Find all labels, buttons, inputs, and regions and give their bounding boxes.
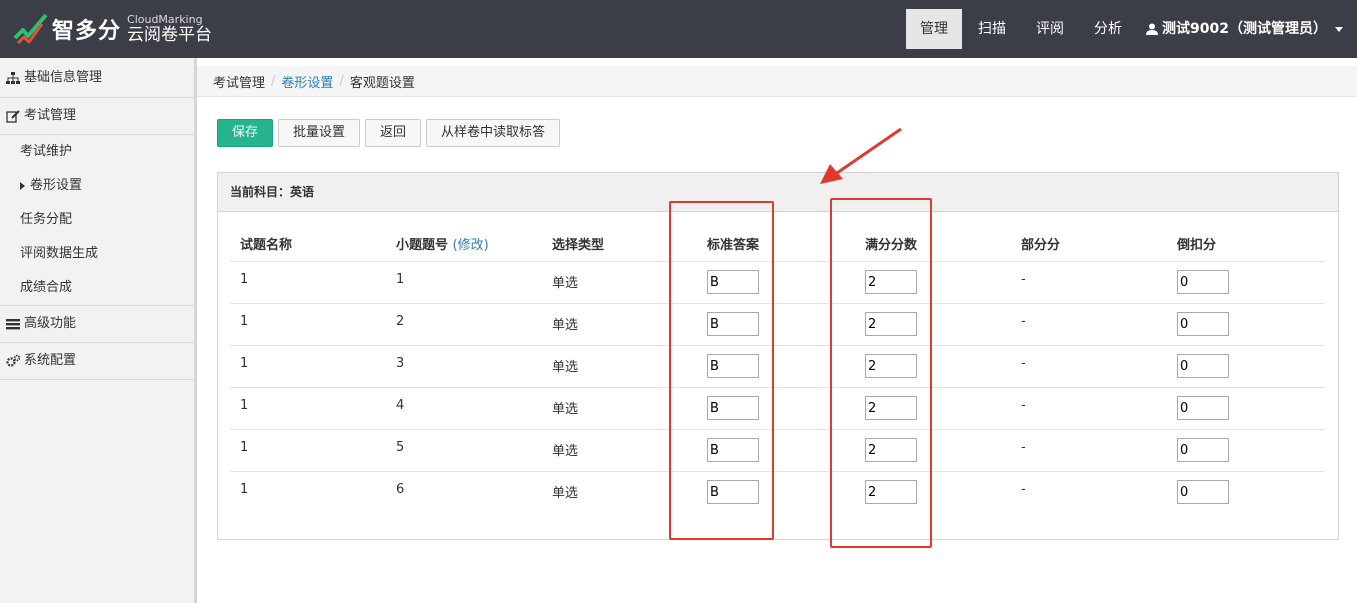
brand-logo[interactable]: 智多分 CloudMarking 云阅卷平台 xyxy=(12,10,212,48)
breadcrumb-paper-setting[interactable]: 卷形设置 xyxy=(281,72,333,91)
objective-question-panel: 当前科目：英语 试题名称 小题题号 (修改) 选择类型 标准答案 满分分数 部分… xyxy=(217,172,1339,540)
cell-deduct xyxy=(1167,387,1325,430)
cell-partial: - xyxy=(1011,303,1167,346)
cell-partial: - xyxy=(1011,387,1167,430)
breadcrumb-separator: / xyxy=(339,73,344,89)
cell-name: 1 xyxy=(230,429,386,472)
cell-name: 1 xyxy=(230,345,386,388)
user-icon xyxy=(1146,23,1159,35)
table-row: 1 5 单选 - xyxy=(230,429,1325,472)
brand-subtitle-en: CloudMarking xyxy=(127,13,203,26)
cell-deduct xyxy=(1167,261,1325,304)
col-header-partial: 部分分 xyxy=(1011,225,1167,262)
breadcrumb-separator: / xyxy=(271,73,276,89)
deduct-input[interactable] xyxy=(1177,270,1229,294)
cell-partial: - xyxy=(1011,261,1167,304)
nav-manage[interactable]: 管理 xyxy=(906,9,963,49)
read-answers-from-sample-button[interactable]: 从样卷中读取标答 xyxy=(426,119,561,147)
table-row: 1 2 单选 - xyxy=(230,303,1325,346)
table-header-row: 试题名称 小题题号 (修改) 选择类型 标准答案 满分分数 部分分 倒扣分 xyxy=(230,225,1325,262)
sidebar-item-advanced[interactable]: 高级功能 xyxy=(0,306,194,343)
brand-subtitle: CloudMarking 云阅卷平台 xyxy=(127,14,212,44)
table-row: 1 3 单选 - xyxy=(230,345,1325,388)
save-button[interactable]: 保存 xyxy=(217,119,274,147)
cell-number: 1 xyxy=(386,261,542,304)
sidebar-item-exam-management[interactable]: 考试管理 xyxy=(0,98,194,135)
nav-analysis[interactable]: 分析 xyxy=(1080,9,1136,49)
deduct-input[interactable] xyxy=(1177,396,1229,420)
toolbar: 保存 批量设置 返回 从样卷中读取标答 xyxy=(217,119,565,147)
col-header-name: 试题名称 xyxy=(230,225,386,262)
top-navbar: 智多分 CloudMarking 云阅卷平台 管理 扫描 评阅 分析 测试900… xyxy=(0,0,1357,58)
deduct-input[interactable] xyxy=(1177,312,1229,336)
edit-numbers-link[interactable]: (修改) xyxy=(453,238,489,253)
sidebar-item-label: 考试管理 xyxy=(24,108,77,123)
cell-name: 1 xyxy=(230,261,386,304)
table-row: 1 1 单选 - xyxy=(230,261,1325,304)
nav-review[interactable]: 评阅 xyxy=(1022,9,1078,49)
exam-submenu: 考试维护 卷形设置 任务分配 评阅数据生成 成绩合成 xyxy=(0,135,194,306)
sidebar-item-label: 系统配置 xyxy=(24,353,77,368)
deduct-input[interactable] xyxy=(1177,480,1229,504)
cell-number: 4 xyxy=(386,387,542,430)
col-header-number: 小题题号 (修改) xyxy=(386,225,542,262)
answer-column-highlight xyxy=(669,201,774,540)
sidebar: 基础信息管理 考试管理 考试维护 卷形设置 任务分配 评阅数据生成 成绩合成 高… xyxy=(0,58,197,603)
list-icon xyxy=(6,319,20,330)
col-header-number-label: 小题题号 xyxy=(396,237,449,253)
cell-name: 1 xyxy=(230,303,386,346)
sidebar-item-basic-info[interactable]: 基础信息管理 xyxy=(0,58,194,98)
cell-deduct xyxy=(1167,429,1325,472)
main-nav: 管理 扫描 评阅 分析 测试9002（测试管理员） xyxy=(904,0,1357,58)
sidebar-item-system[interactable]: 系统配置 xyxy=(0,343,194,380)
sidebar-item-label: 高级功能 xyxy=(24,316,77,331)
user-name: 测试9002（测试管理员） xyxy=(1162,21,1327,37)
sidebar-item-label: 基础信息管理 xyxy=(24,70,103,85)
cell-number: 6 xyxy=(396,482,405,497)
main-content: 考试管理 / 卷形设置 / 客观题设置 保存 批量设置 返回 从样卷中读取标答 … xyxy=(197,58,1357,603)
edit-icon xyxy=(6,110,20,123)
score-column-highlight xyxy=(830,198,932,548)
cell-deduct xyxy=(1167,345,1325,388)
cell-deduct xyxy=(1167,472,1325,514)
sidebar-item-score-merge[interactable]: 成绩合成 xyxy=(0,271,194,305)
logo-icon xyxy=(13,13,48,45)
brand-name: 智多分 xyxy=(52,19,122,44)
batch-setting-button[interactable]: 批量设置 xyxy=(278,119,361,147)
sidebar-item-exam-maintain[interactable]: 考试维护 xyxy=(0,135,194,169)
cell-partial: - xyxy=(1021,482,1026,497)
gears-icon xyxy=(6,354,20,367)
user-menu[interactable]: 测试9002（测试管理员） xyxy=(1136,9,1357,49)
cell-partial: - xyxy=(1011,429,1167,472)
current-subject: 当前科目：英语 xyxy=(218,173,1338,212)
deduct-input[interactable] xyxy=(1177,438,1229,462)
cell-name: 1 xyxy=(240,482,249,497)
cell-partial: - xyxy=(1011,345,1167,388)
sidebar-item-task-assign[interactable]: 任务分配 xyxy=(0,203,194,237)
col-header-deduct: 倒扣分 xyxy=(1167,225,1325,262)
annotation-arrow-icon xyxy=(820,127,902,184)
back-button[interactable]: 返回 xyxy=(365,119,422,147)
breadcrumb: 考试管理 / 卷形设置 / 客观题设置 xyxy=(197,66,1357,97)
deduct-input[interactable] xyxy=(1177,354,1229,378)
sidebar-item-review-data[interactable]: 评阅数据生成 xyxy=(0,237,194,271)
chevron-down-icon xyxy=(1335,26,1343,32)
cell-deduct xyxy=(1167,303,1325,346)
objective-question-table: 试题名称 小题题号 (修改) 选择类型 标准答案 满分分数 部分分 倒扣分 1 … xyxy=(230,225,1325,514)
cell-name: 1 xyxy=(230,387,386,430)
table-row: 1 4 单选 - xyxy=(230,387,1325,430)
nav-scan[interactable]: 扫描 xyxy=(964,9,1020,49)
cell-number: 3 xyxy=(386,345,542,388)
sitemap-icon xyxy=(6,71,20,84)
caret-right-icon xyxy=(20,181,25,190)
cell-number: 2 xyxy=(386,303,542,346)
breadcrumb-objective-setting: 客观题设置 xyxy=(349,75,415,91)
sidebar-item-label: 卷形设置 xyxy=(30,178,83,193)
breadcrumb-exam-management[interactable]: 考试管理 xyxy=(213,72,265,91)
cell-number: 5 xyxy=(386,429,542,472)
sidebar-item-paper-setting[interactable]: 卷形设置 xyxy=(0,169,194,203)
table-row: 1 6 单选 - xyxy=(230,472,1325,514)
brand-subtitle-zh: 云阅卷平台 xyxy=(127,25,213,45)
